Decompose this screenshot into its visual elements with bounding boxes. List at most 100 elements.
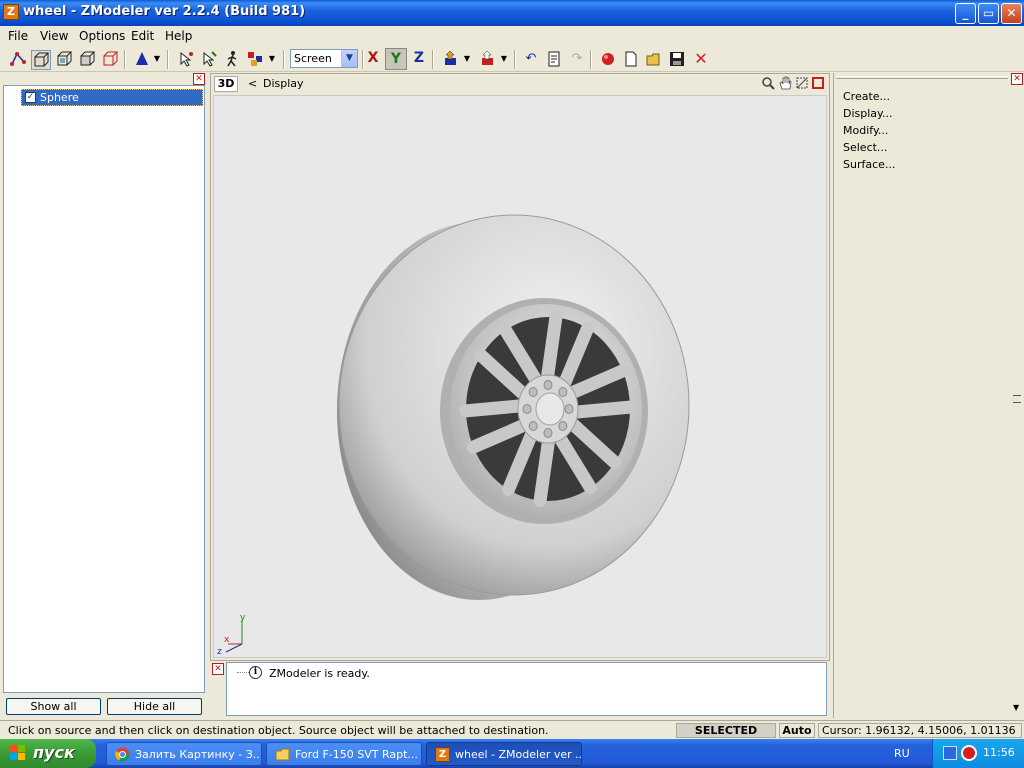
3d-canvas[interactable]: y x z [213,95,827,658]
vertex-mode-icon[interactable] [8,50,28,70]
redo-icon[interactable]: ↷ [567,50,587,70]
close-icon[interactable]: ✕ [212,663,224,675]
lug-nut [543,428,553,438]
minimize-button[interactable]: _ [955,3,976,24]
menu-edit[interactable]: Edit [131,29,154,43]
selection-mode-indicator[interactable]: SELECTED MODE [676,723,776,750]
windows-logo-icon [10,745,26,761]
close-icon[interactable]: ✕ [193,73,205,85]
notes-icon[interactable] [544,50,564,70]
tree-item-sphere[interactable]: ✓ Sphere [21,89,203,106]
command-modify[interactable]: Modify... [843,124,888,137]
select-area-icon[interactable] [199,50,219,70]
axis-x-label: x [224,635,230,645]
viewport-header: 3D < Display [211,74,829,94]
new-file-icon[interactable] [621,50,641,70]
lug-nut [528,387,538,398]
chevron-down-icon[interactable]: ▼ [461,50,473,70]
log-message: ZModeler is ready. [269,667,370,680]
axis-z-toggle[interactable]: Z [408,48,430,70]
close-button[interactable]: ✕ [1001,3,1022,24]
chevron-down-icon[interactable]: ▼ [266,50,278,70]
rim-spoke [540,310,563,385]
panel-grip[interactable] [836,76,1008,79]
axis-x-toggle[interactable]: X [362,48,384,70]
viewport-back-arrow[interactable]: < [248,77,257,90]
render-icon[interactable] [598,50,618,70]
object-mode-icon[interactable] [31,50,51,70]
chevron-down-icon[interactable]: ▼ [151,50,163,70]
log-tree-connector [237,672,249,673]
auto-snap-indicator[interactable]: Auto [779,723,815,738]
chevron-down-icon[interactable]: ▼ [341,50,357,67]
export-icon[interactable] [478,50,498,70]
walk-icon[interactable] [222,50,242,70]
command-select[interactable]: Select... [843,141,887,154]
command-panel: Create... Display... Modify... Select...… [833,73,1011,718]
face-mode-icon[interactable] [77,50,97,70]
close-icon[interactable]: ✕ [1011,73,1023,85]
object-tree[interactable]: ✓ Sphere [3,85,205,693]
taskbar-item-label: wheel - ZModeler ver ... [455,748,582,761]
coord-system-select[interactable]: Screen ▼ [290,49,358,68]
zmodeler-app-icon[interactable]: Z [3,4,19,20]
maximize-viewport-icon[interactable] [812,77,824,89]
pan-hand-icon[interactable] [777,76,793,92]
delete-icon[interactable]: ✕ [691,50,711,70]
viewport-mode-button[interactable]: 3D [214,76,238,92]
save-icon[interactable] [667,50,687,70]
lug-nut [558,387,568,398]
wheel-model: y x z [217,214,690,657]
folder-icon [275,747,290,762]
network-icon[interactable] [943,746,957,760]
antivirus-icon[interactable] [961,745,977,761]
visibility-checkbox[interactable]: ✓ [25,92,36,103]
scroll-thumb[interactable] [1013,395,1021,403]
hierarchy-icon[interactable] [245,50,265,70]
viewport-title: Display [263,77,304,90]
cursor-coordinates: Cursor: 1.96132, 4.15006, 1.01136 [818,723,1022,738]
toolbar-separator [283,50,285,69]
language-indicator[interactable]: RU [894,747,910,760]
zoom-icon[interactable] [760,76,776,92]
lug-nut [528,420,538,431]
edge-mode-icon[interactable] [100,50,120,70]
info-icon: i [249,666,262,679]
import-icon[interactable] [441,50,461,70]
menu-help[interactable]: Help [165,29,192,43]
start-button[interactable]: пуск [0,739,96,768]
show-all-button[interactable]: Show all [6,698,101,715]
axis-gizmo: y x z [217,613,246,657]
title-bar[interactable]: Z wheel - ZModeler ver 2.2.4 (Build 981)… [0,0,1024,26]
hide-all-button[interactable]: Hide all [107,698,202,715]
menu-file[interactable]: File [8,29,28,43]
fit-view-icon[interactable] [794,76,810,92]
center-cap [535,392,565,426]
open-folder-icon[interactable] [644,50,664,70]
select-cursor-icon[interactable] [176,50,196,70]
taskbar-item-browser[interactable]: Залить Картинку - З... [106,742,262,766]
cube-mode-icon[interactable] [54,50,74,70]
taskbar-item-folder[interactable]: Ford F-150 SVT Rapt... [266,742,422,766]
command-surface[interactable]: Surface... [843,158,895,171]
chevron-down-icon[interactable]: ▼ [498,50,510,70]
menu-options[interactable]: Options [79,29,125,43]
log-panel[interactable]: i ZModeler is ready. [226,662,827,716]
toolbar-separator [167,50,169,69]
selection-filter-icon[interactable] [132,50,152,70]
window-title: wheel - ZModeler ver 2.2.4 (Build 981) [23,4,306,19]
status-hint: Click on source and then click on destin… [8,724,549,737]
menu-view[interactable]: View [40,29,68,43]
maximize-button[interactable]: ▭ [978,3,999,24]
command-panel-scrollbar[interactable]: ✕ ▼ [1011,73,1024,718]
axis-y-toggle[interactable]: Y [385,48,407,70]
command-display[interactable]: Display... [843,107,892,120]
taskbar-item-label: Ford F-150 SVT Rapt... [295,748,418,761]
lug-nut [558,420,568,431]
scroll-down-arrow-icon[interactable]: ▼ [1013,703,1019,712]
viewport-window: 3D < Display y x z [210,73,830,661]
undo-icon[interactable]: ↶ [521,50,541,70]
clock[interactable]: 11:56 [983,746,1015,759]
taskbar-item-zmodeler[interactable]: Z wheel - ZModeler ver ... [426,742,582,766]
command-create[interactable]: Create... [843,90,890,103]
